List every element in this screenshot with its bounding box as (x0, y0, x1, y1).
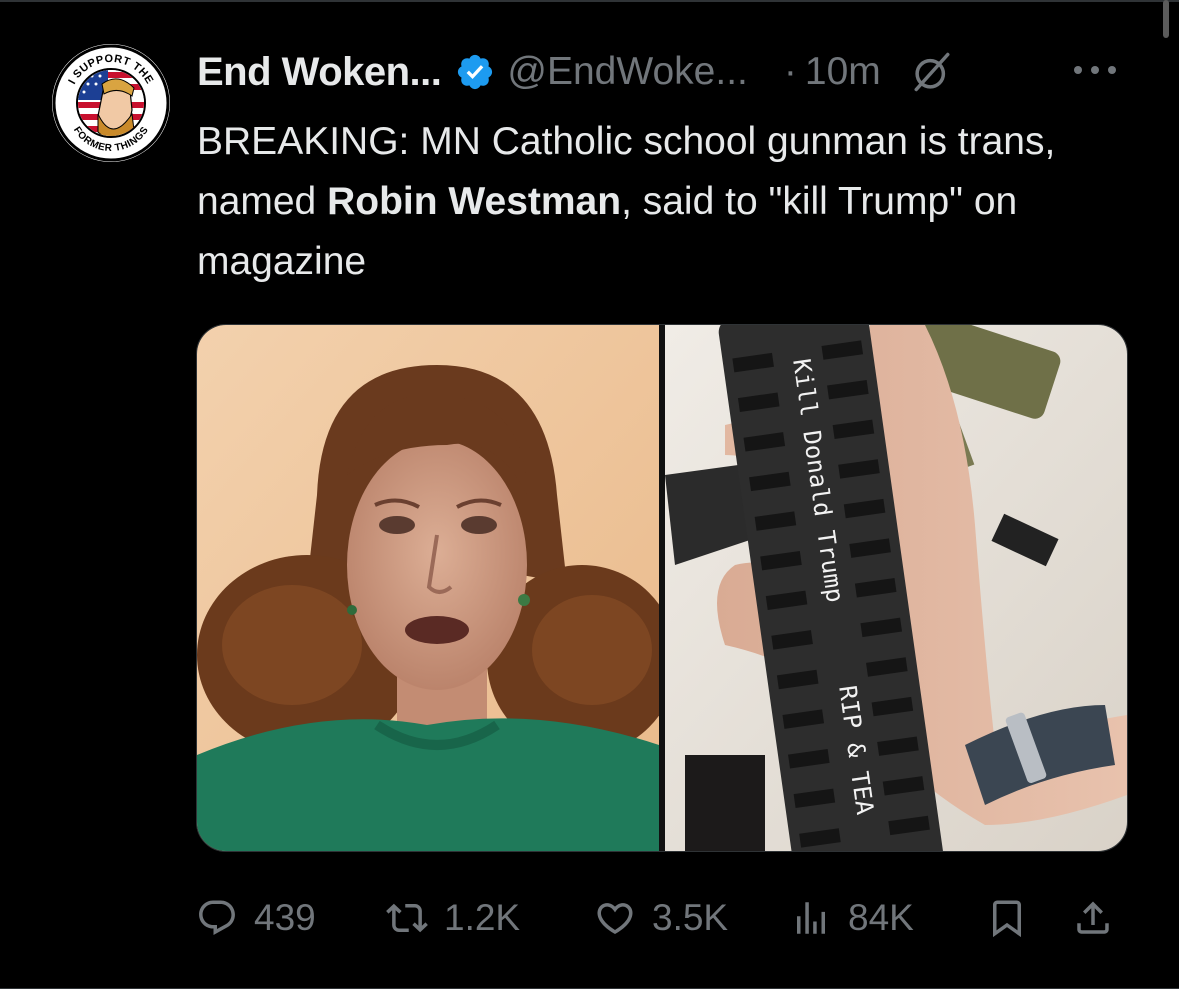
like-button[interactable]: 3.5K (594, 888, 728, 948)
repost-count: 1.2K (444, 897, 521, 938)
media-grid: Kill Donald Trump RIP & TEA (196, 324, 1128, 852)
action-bar: 439 1.2K 3.5K 84K (196, 888, 1126, 948)
author-avatar[interactable]: I SUPPORT THE FORMER THINGS (52, 44, 170, 162)
share-icon (1077, 901, 1109, 934)
bookmark-icon (993, 900, 1021, 938)
media-photo-person[interactable] (197, 325, 659, 851)
grok-icon[interactable] (911, 51, 953, 93)
author-handle[interactable]: @EndWoke... (507, 50, 747, 94)
heart-icon (597, 903, 633, 935)
reply-count: 439 (254, 897, 316, 938)
post-text-bold-name: Robin Westman (327, 180, 622, 223)
verified-badge-icon (458, 54, 493, 90)
scrollbar[interactable] (1163, 0, 1169, 38)
reply-button[interactable]: 439 (196, 888, 316, 948)
repost-button[interactable]: 1.2K (386, 888, 520, 948)
views-count: 84K (848, 897, 914, 938)
avatar-logo-image: I SUPPORT THE FORMER THINGS (52, 44, 170, 162)
magazine-photo-illustration: Kill Donald Trump RIP & TEA (665, 325, 1127, 851)
post-text: BREAKING: MN Catholic school gunman is t… (197, 112, 1117, 292)
post-header: End Woken... @EndWoke... · 10m (197, 46, 953, 98)
separator-dot: · (783, 50, 797, 93)
top-divider (0, 0, 1179, 2)
share-button[interactable] (1072, 888, 1114, 948)
bookmark-button[interactable] (986, 888, 1028, 948)
post-timestamp[interactable]: 10m (805, 50, 881, 94)
views-button[interactable]: 84K (790, 888, 914, 948)
reply-icon (199, 900, 235, 935)
repost-icon (386, 903, 428, 933)
like-count: 3.5K (652, 897, 729, 938)
media-photo-magazine[interactable]: Kill Donald Trump RIP & TEA (665, 325, 1127, 851)
views-icon (797, 902, 825, 934)
author-name[interactable]: End Woken... (197, 50, 442, 95)
more-options-icon[interactable] (1070, 58, 1120, 82)
person-photo-illustration (197, 325, 659, 851)
